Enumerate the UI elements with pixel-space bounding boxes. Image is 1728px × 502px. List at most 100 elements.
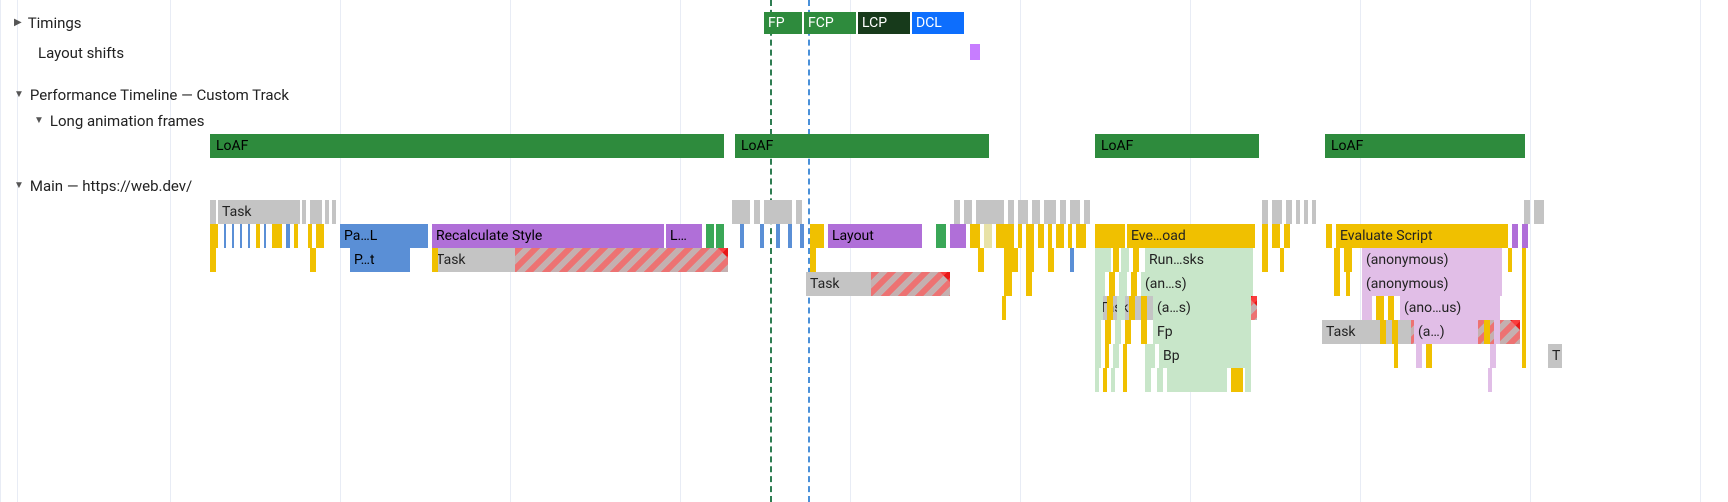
flame-bar[interactable] xyxy=(1111,368,1115,392)
flame-bar[interactable]: (a…) xyxy=(1414,320,1478,344)
flame-row[interactable]: (an…s)(anonymous) xyxy=(0,272,1728,296)
flame-bar[interactable]: (ano…us) xyxy=(1400,296,1500,320)
flame-bar[interactable] xyxy=(1145,344,1155,368)
flame-bar[interactable] xyxy=(1032,200,1040,224)
flame-bar[interactable] xyxy=(1145,368,1151,392)
flame-bar[interactable] xyxy=(1018,224,1022,248)
flame-bar[interactable] xyxy=(1095,248,1111,272)
loaf-track-header[interactable]: Long animation frames xyxy=(0,108,1728,134)
loaf-row[interactable]: LoAFLoAFLoAFLoAF xyxy=(0,134,1728,158)
flame-bar[interactable] xyxy=(232,224,234,248)
flame-bar[interactable] xyxy=(776,224,780,248)
flame-bar[interactable] xyxy=(1392,320,1398,344)
flame-bar[interactable] xyxy=(1103,368,1107,392)
flame-bar[interactable] xyxy=(1095,320,1101,344)
flame-row[interactable]: (a…s)(ano…us) xyxy=(0,296,1728,320)
flame-bar[interactable] xyxy=(1026,248,1034,272)
flame-bar[interactable] xyxy=(1117,296,1125,320)
flame-bar[interactable] xyxy=(1262,200,1268,224)
flame-bar[interactable] xyxy=(810,224,824,248)
flame-bar[interactable] xyxy=(1334,248,1340,272)
flame-bar[interactable] xyxy=(1107,296,1113,320)
flame-bar[interactable] xyxy=(1522,320,1526,344)
flame-bar[interactable] xyxy=(1344,248,1352,272)
flame-bar[interactable] xyxy=(325,200,329,224)
flame-bar[interactable] xyxy=(264,224,266,248)
flame-bar[interactable] xyxy=(1522,296,1526,320)
flame-bar[interactable] xyxy=(1522,224,1528,248)
flame-bar[interactable] xyxy=(1508,248,1512,272)
flame-bar[interactable] xyxy=(1167,368,1227,392)
flame-bar[interactable] xyxy=(1068,224,1072,248)
flame-bar[interactable] xyxy=(1115,320,1121,344)
flame-bar[interactable] xyxy=(302,200,306,224)
flame-bar[interactable] xyxy=(316,224,324,248)
flame-bar[interactable] xyxy=(286,224,290,248)
flame-bar[interactable] xyxy=(1376,296,1384,320)
flame-bar[interactable] xyxy=(1002,296,1006,320)
loaf-bar[interactable]: LoAF xyxy=(1325,134,1525,158)
flame-bar[interactable] xyxy=(1113,248,1119,272)
flame-bar[interactable]: Run…sks xyxy=(1145,248,1253,272)
flame-bar[interactable] xyxy=(272,224,282,248)
flame-bar[interactable] xyxy=(210,224,218,248)
flame-bar[interactable] xyxy=(976,200,1004,224)
flame-bar[interactable]: Eve…oad xyxy=(1127,224,1255,248)
flame-bar[interactable] xyxy=(1490,344,1496,368)
flame-bar[interactable]: Task xyxy=(218,200,300,224)
flame-bar[interactable] xyxy=(1334,272,1340,296)
flame-bar[interactable] xyxy=(1123,368,1127,392)
flame-bar[interactable] xyxy=(1008,200,1014,224)
flame-bar[interactable] xyxy=(224,224,226,248)
flame-bar[interactable]: Fp xyxy=(1153,320,1251,344)
flame-bar[interactable] xyxy=(1272,200,1282,224)
flame-bar[interactable] xyxy=(294,224,298,248)
flame-bar[interactable] xyxy=(1070,200,1080,224)
flame-bar[interactable] xyxy=(1326,224,1332,248)
flame-bar[interactable] xyxy=(1304,200,1308,224)
flame-bar[interactable] xyxy=(1286,200,1292,224)
flame-bar[interactable] xyxy=(1123,344,1127,368)
flame-bar[interactable] xyxy=(1095,272,1105,296)
flame-bar[interactable] xyxy=(1095,296,1103,320)
flame-row[interactable]: Fp (a…) xyxy=(0,320,1728,344)
flame-bar[interactable] xyxy=(1534,200,1544,224)
flame-bar[interactable] xyxy=(800,224,804,248)
loaf-bar[interactable]: LoAF xyxy=(735,134,989,158)
timing-marker-fcp[interactable]: FCP xyxy=(804,12,856,34)
flame-bar[interactable] xyxy=(1484,320,1490,344)
flame-row[interactable] xyxy=(0,368,1728,392)
flame-bar[interactable] xyxy=(1522,344,1526,368)
timing-marker-fp[interactable]: FP xyxy=(764,12,802,34)
flame-bar[interactable] xyxy=(1084,200,1090,224)
flame-bar[interactable] xyxy=(760,224,764,248)
flame-bar[interactable] xyxy=(954,200,960,224)
flame-bar[interactable] xyxy=(1522,248,1526,272)
layout-shifts-track[interactable]: Layout shifts xyxy=(0,38,1728,68)
timing-marker-lcp[interactable]: LCP xyxy=(858,12,910,34)
flame-bar[interactable] xyxy=(1426,344,1432,368)
flame-bar[interactable] xyxy=(936,224,946,248)
flame-bar[interactable] xyxy=(716,224,724,248)
flame-bar[interactable] xyxy=(764,200,792,224)
flame-bar[interactable]: Pa…L xyxy=(340,224,428,248)
flame-bar[interactable] xyxy=(1494,320,1500,344)
flame-bar[interactable] xyxy=(256,224,260,248)
flame-bar[interactable] xyxy=(1280,248,1284,272)
flame-bar[interactable] xyxy=(1105,344,1109,368)
flame-bar[interactable] xyxy=(1380,320,1386,344)
flame-bar[interactable] xyxy=(1113,344,1119,368)
flame-bar[interactable] xyxy=(248,224,250,248)
collapse-icon[interactable] xyxy=(14,80,24,110)
flame-bar[interactable] xyxy=(332,200,336,224)
loaf-bar[interactable]: LoAF xyxy=(1095,134,1259,158)
flame-bar[interactable] xyxy=(1095,368,1099,392)
flame-bar[interactable] xyxy=(310,200,322,224)
flame-bar[interactable] xyxy=(1157,368,1163,392)
flame-bar[interactable]: (an…s) xyxy=(1141,272,1253,296)
flame-bar[interactable] xyxy=(796,200,802,224)
flame-bar[interactable] xyxy=(1522,272,1526,296)
flame-bar[interactable] xyxy=(240,224,242,248)
flame-bar[interactable] xyxy=(1004,272,1012,296)
flame-bar[interactable] xyxy=(1004,248,1018,272)
